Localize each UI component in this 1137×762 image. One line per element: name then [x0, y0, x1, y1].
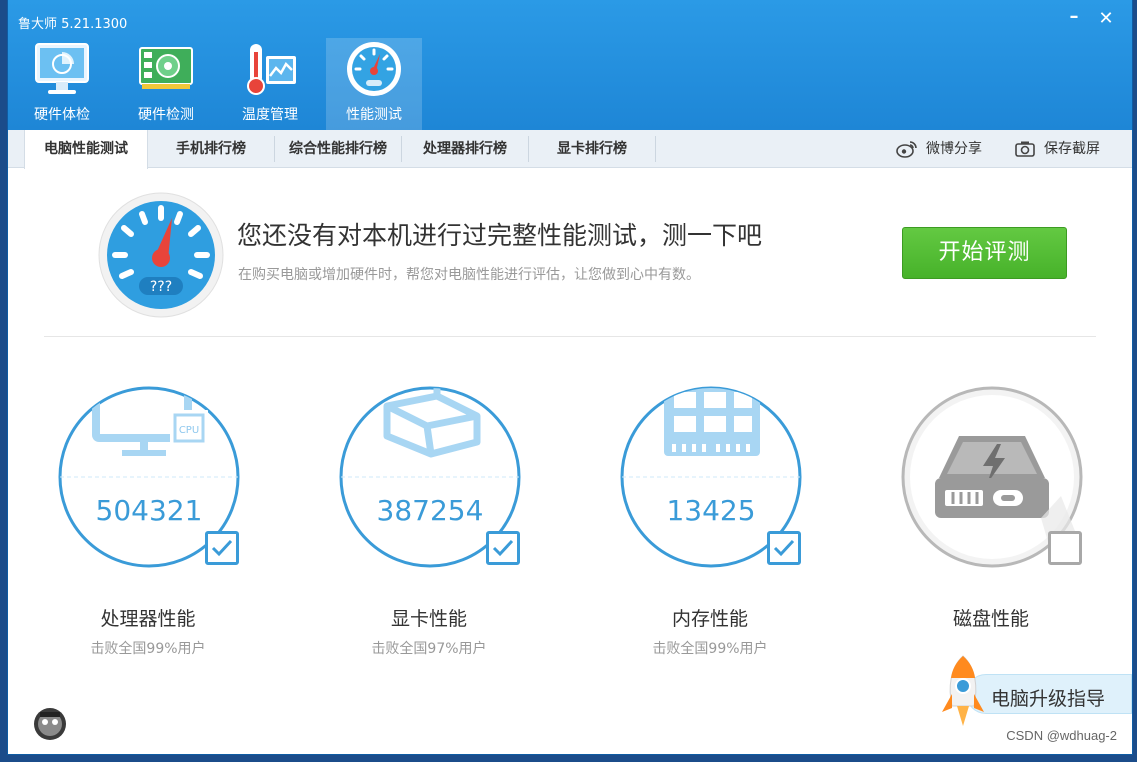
- rocket-icon: [942, 655, 984, 726]
- circuit-board-icon: [139, 47, 193, 89]
- subtab-pc-performance[interactable]: 电脑性能测试: [24, 130, 148, 169]
- memory-score: 13425: [666, 494, 756, 527]
- gauge-icon: [347, 42, 401, 96]
- tab-label: 硬件体检: [34, 107, 90, 123]
- tab-temperature[interactable]: 温度管理: [222, 38, 318, 130]
- hero-subtitle: 在购买电脑或增加硬件时，帮您对电脑性能进行评估，让您做到心中有数。: [238, 267, 700, 283]
- subtab-cpu-ranking[interactable]: 处理器排行榜: [402, 130, 528, 168]
- disk-metric-name: 磁盘性能: [952, 608, 1029, 630]
- cpu-chip-label: CPU: [179, 425, 199, 436]
- upgrade-guide-label: 电脑升级指导: [991, 688, 1106, 710]
- metric-disk: 磁盘性能: [901, 386, 1101, 630]
- tab-label: 性能测试: [346, 107, 402, 123]
- memory-metric-name: 内存性能: [671, 608, 748, 630]
- subtab-overall-ranking[interactable]: 综合性能排行榜: [275, 130, 401, 168]
- monitor-icon: [35, 43, 89, 94]
- weibo-icon: [896, 141, 917, 158]
- metric-cpu: CPU 504321 处理器性能 击败全国99%用户: [58, 386, 258, 657]
- metric-memory: 13425 内存性能 击败全国99%用户: [620, 386, 820, 657]
- subtab-phone-ranking[interactable]: 手机排行榜: [148, 130, 274, 168]
- thermometer-icon: [247, 44, 296, 95]
- tab-hardware-detect[interactable]: 硬件检测: [118, 38, 214, 130]
- tab-performance-test[interactable]: 性能测试: [326, 38, 422, 130]
- cpu-metric-rank: 击败全国99%用户: [90, 641, 206, 657]
- title-bar: 鲁大师 5.21.1300 – ✕ 硬件体检 硬件检测 温度管理 性能测试: [8, 0, 1132, 130]
- disk-checkbox[interactable]: [1048, 531, 1082, 565]
- start-benchmark-button[interactable]: 开始评测: [902, 227, 1067, 279]
- sub-tab-bar: 电脑性能测试 手机排行榜 综合性能排行榜 处理器排行榜 显卡排行榜 微博分享 保…: [8, 130, 1132, 169]
- save-screenshot-button[interactable]: 保存截屏: [1014, 130, 1100, 168]
- camera-icon: [1015, 141, 1035, 157]
- gpu-metric-rank: 击败全国97%用户: [371, 641, 487, 657]
- tab-label: 硬件检测: [138, 107, 194, 123]
- tab-label: 温度管理: [242, 107, 298, 123]
- close-button[interactable]: ✕: [1094, 8, 1118, 29]
- mascot-avatar-icon[interactable]: [32, 706, 68, 742]
- gpu-score: 387254: [376, 494, 484, 527]
- memory-metric-rank: 击败全国99%用户: [652, 641, 768, 657]
- performance-gauge-icon: ???: [98, 192, 224, 318]
- cpu-score: 504321: [95, 494, 203, 527]
- weibo-share-label: 微博分享: [926, 141, 982, 157]
- app-title: 鲁大师 5.21.1300: [18, 17, 128, 32]
- watermark: CSDN @wdhuag-2: [1006, 728, 1117, 743]
- gpu-checkbox[interactable]: [486, 531, 520, 565]
- hero-title: 您还没有对本机进行过完整性能测试，测一下吧: [237, 221, 763, 250]
- cpu-checkbox[interactable]: [205, 531, 239, 565]
- checkmark-icon: [773, 539, 795, 557]
- memory-checkbox[interactable]: [767, 531, 801, 565]
- gpu-metric-name: 显卡性能: [390, 608, 467, 630]
- section-divider: [44, 336, 1096, 337]
- metric-gpu: 387254 显卡性能 击败全国97%用户: [339, 386, 539, 657]
- tab-separator: [655, 136, 656, 162]
- upgrade-guide-button[interactable]: 电脑升级指导: [936, 652, 1132, 726]
- cpu-metric-name: 处理器性能: [100, 608, 196, 630]
- tab-hardware-checkup[interactable]: 硬件体检: [14, 38, 110, 130]
- minimize-button[interactable]: –: [1062, 6, 1086, 27]
- subtab-gpu-ranking[interactable]: 显卡排行榜: [529, 130, 655, 168]
- checkmark-icon: [492, 539, 514, 557]
- gauge-label: ???: [150, 279, 172, 295]
- weibo-share-button[interactable]: 微博分享: [896, 130, 982, 168]
- checkmark-icon: [211, 539, 233, 557]
- app-window: 鲁大师 5.21.1300 – ✕ 硬件体检 硬件检测 温度管理 性能测试 电脑…: [8, 0, 1132, 754]
- save-screenshot-label: 保存截屏: [1044, 141, 1100, 157]
